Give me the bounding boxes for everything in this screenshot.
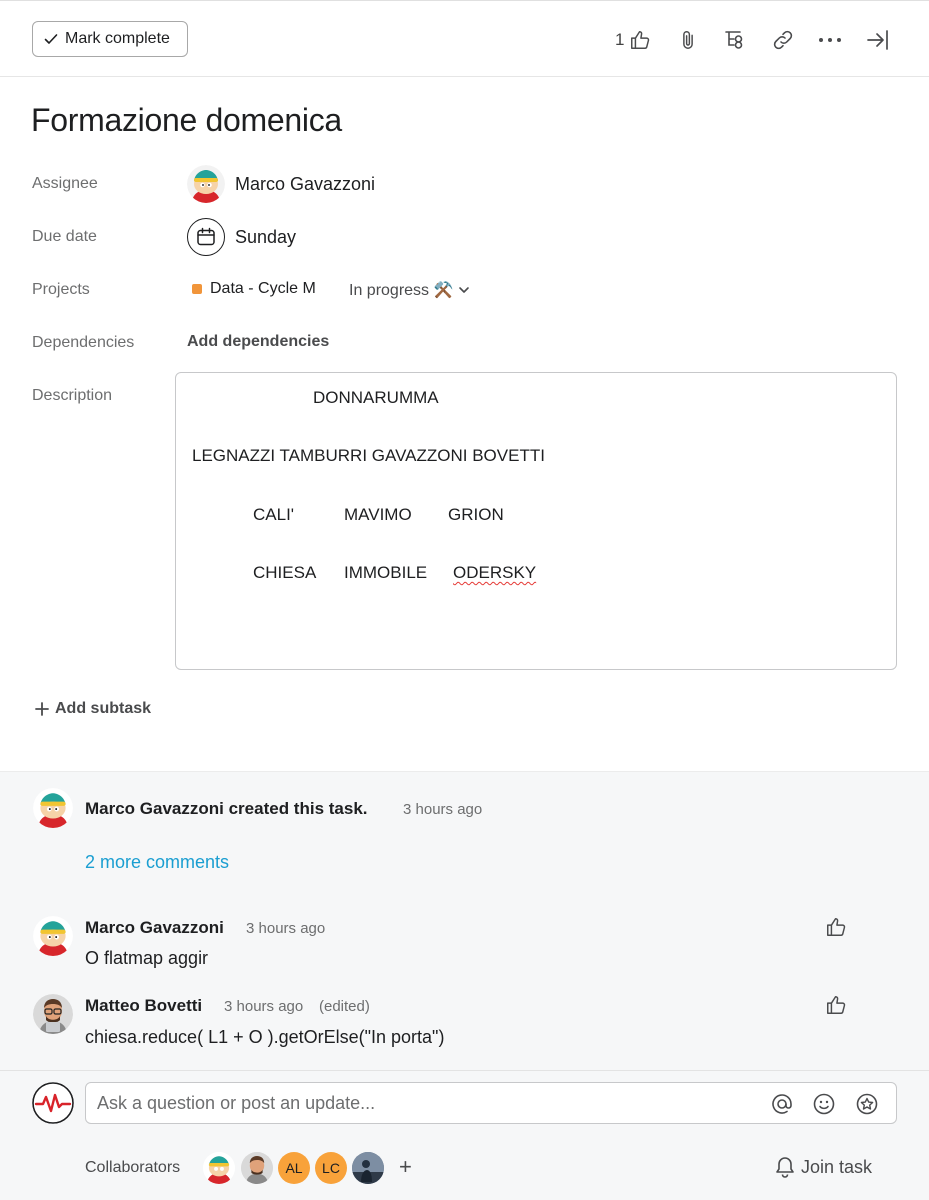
more-icon[interactable]: [817, 27, 843, 53]
join-task-button[interactable]: Join task: [775, 1156, 872, 1178]
add-subtask-label: Add subtask: [55, 700, 152, 717]
chevron-down-icon: [459, 287, 470, 293]
link-icon[interactable]: [770, 27, 796, 53]
dependencies-label: Dependencies: [32, 334, 135, 351]
cartman-avatar-icon: [33, 788, 73, 828]
description-word: IMMOBILE: [344, 563, 428, 582]
project-status-dropdown[interactable]: In progress ⚒️: [349, 280, 471, 300]
project-color-dot: [192, 284, 202, 294]
created-task-time: 3 hours ago: [403, 801, 483, 818]
join-task-label: Join task: [801, 1156, 873, 1177]
comment-thumbs-up-icon[interactable]: [825, 916, 847, 938]
description-word: MAVIMO: [344, 505, 412, 524]
comment-thumbs-up-icon[interactable]: [825, 994, 847, 1016]
due-date-value[interactable]: Sunday: [235, 227, 296, 248]
like-count: 1: [615, 30, 625, 49]
current-user-avatar[interactable]: [32, 1082, 74, 1124]
comment-time: 3 hours ago: [224, 998, 304, 1015]
description-word-misspelled: ODERSKY: [453, 563, 537, 582]
project-name[interactable]: Data - Cycle M: [210, 280, 316, 298]
close-panel-icon[interactable]: [865, 27, 891, 53]
photo-avatar-icon: [352, 1152, 384, 1184]
comment-input[interactable]: [97, 1083, 757, 1123]
more-comments-link[interactable]: 2 more comments: [85, 852, 229, 873]
mark-complete-label: Mark complete: [65, 30, 170, 47]
memoji-avatar-icon: [241, 1152, 273, 1184]
description-label: Description: [32, 387, 113, 404]
thumbs-up-icon[interactable]: [627, 27, 653, 53]
assignee-label: Assignee: [32, 175, 98, 192]
project-status-label: In progress ⚒️: [349, 282, 454, 299]
description-line: LEGNAZZI TAMBURRI GAVAZZONI BOVETTI: [192, 446, 545, 465]
collaborators-label: Collaborators: [85, 1159, 181, 1176]
bell-icon: [776, 1157, 794, 1178]
star-badge-icon[interactable]: [855, 1092, 879, 1116]
task-title[interactable]: Formazione domenica: [31, 102, 342, 139]
description-word: CALI': [253, 505, 295, 524]
heartbeat-logo-icon: [32, 1082, 74, 1124]
due-date-button[interactable]: [187, 218, 225, 256]
cartman-avatar-icon: [33, 916, 73, 956]
comment-composer[interactable]: [85, 1082, 897, 1124]
composer-divider: [0, 1070, 929, 1071]
collaborator-avatar[interactable]: LC: [315, 1152, 347, 1184]
collaborator-avatar[interactable]: [203, 1152, 235, 1184]
plus-icon: [35, 702, 49, 716]
cartman-avatar-icon: [187, 165, 225, 203]
paperclip-icon[interactable]: [675, 27, 701, 53]
add-dependencies-button[interactable]: Add dependencies: [187, 333, 329, 351]
calendar-icon: [197, 227, 215, 246]
comment-text: O flatmap aggir: [85, 948, 209, 968]
comment-avatar[interactable]: [33, 916, 73, 956]
assignee-name[interactable]: Marco Gavazzoni: [235, 174, 375, 195]
task-toolbar: Mark complete 1: [0, 0, 929, 77]
description-line: DONNARUMMA: [313, 388, 439, 407]
comment-author[interactable]: Matteo Bovetti: [85, 996, 202, 1016]
comment-author[interactable]: Marco Gavazzoni: [85, 918, 224, 938]
add-subtask-button[interactable]: Add subtask: [35, 700, 151, 718]
comment-avatar[interactable]: [33, 994, 73, 1034]
collaborator-avatar[interactable]: [241, 1152, 273, 1184]
memoji-avatar-icon: [33, 994, 73, 1034]
cartman-avatar-icon: [203, 1152, 235, 1184]
comment-edited-marker: (edited): [319, 998, 370, 1015]
projects-label: Projects: [32, 281, 90, 298]
due-date-label: Due date: [32, 228, 97, 245]
add-collaborator-icon[interactable]: +: [399, 1154, 412, 1180]
comment-time: 3 hours ago: [246, 920, 326, 937]
collaborator-avatar[interactable]: [352, 1152, 384, 1184]
created-task-text: Marco Gavazzoni created this task.: [85, 799, 368, 818]
description-word: CHIESA: [253, 563, 317, 582]
comment-text: chiesa.reduce( L1 + O ).getOrElse("In po…: [85, 1027, 445, 1047]
collaborator-avatar[interactable]: AL: [278, 1152, 310, 1184]
activity-feed: [0, 771, 929, 1200]
assignee-avatar[interactable]: [187, 165, 225, 203]
emoji-icon[interactable]: [812, 1092, 836, 1116]
check-icon: [44, 34, 58, 44]
description-editor[interactable]: DONNARUMMA LEGNAZZI TAMBURRI GAVAZZONI B…: [175, 372, 897, 670]
subtask-icon[interactable]: [722, 27, 748, 53]
mention-icon[interactable]: [770, 1092, 794, 1116]
mark-complete-button[interactable]: Mark complete: [32, 21, 188, 57]
description-word: GRION: [448, 505, 504, 524]
creator-avatar[interactable]: [33, 788, 73, 828]
